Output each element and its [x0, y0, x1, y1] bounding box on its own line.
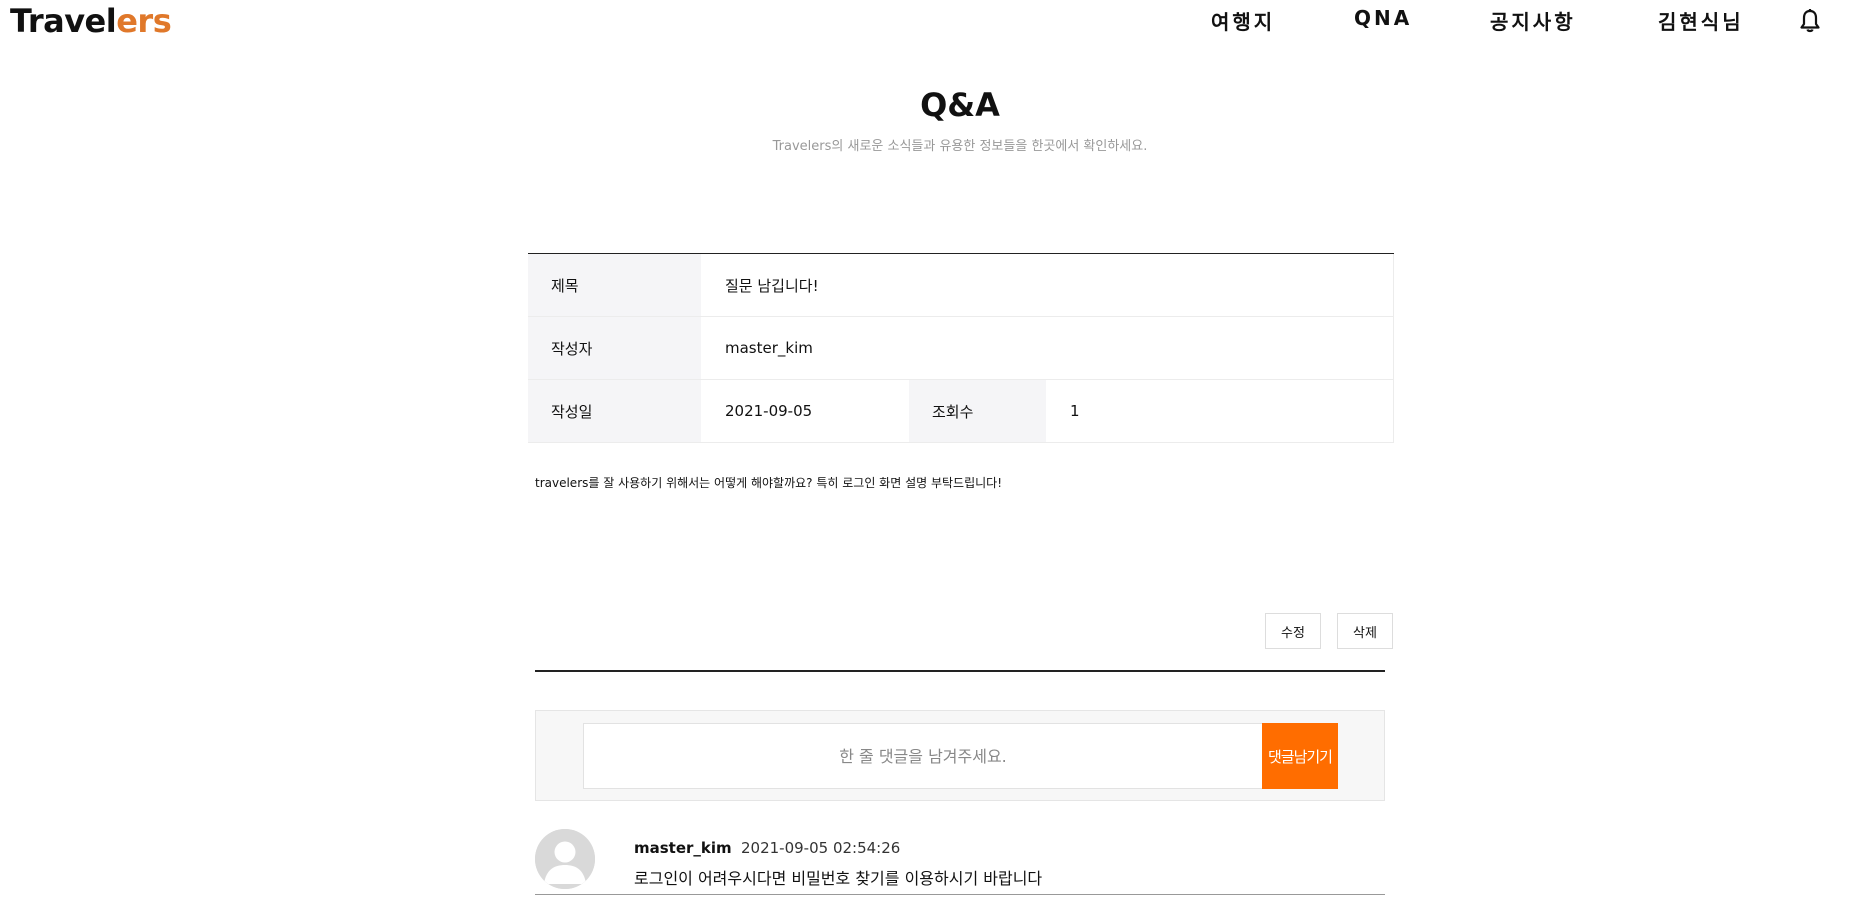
bell-icon[interactable]	[1798, 8, 1822, 34]
post-views-label: 조회수	[909, 380, 1046, 442]
post-title-row: 제목 질문 남깁니다!	[528, 254, 1394, 317]
post-title-label: 제목	[528, 254, 701, 316]
edit-button[interactable]: 수정	[1265, 613, 1321, 649]
avatar	[535, 829, 595, 889]
site-header: Travelers 여행지 QNA 공지사항 김현식님	[0, 0, 1873, 44]
comment-input[interactable]	[583, 723, 1263, 789]
logo-text-accent: ers	[116, 2, 172, 40]
comment-divider	[535, 894, 1385, 895]
post-title-value: 질문 남깁니다!	[701, 254, 1394, 316]
post-date-value: 2021-09-05	[725, 402, 813, 420]
post-views-value: 1	[1046, 380, 1394, 442]
delete-button[interactable]: 삭제	[1337, 613, 1393, 649]
comment-form: 댓글남기기	[535, 710, 1385, 801]
nav-item-notice[interactable]: 공지사항	[1490, 6, 1576, 35]
page-title: Q&A	[920, 86, 1000, 124]
nav-item-user[interactable]: 김현식님	[1658, 6, 1744, 35]
logo-text-main: Travel	[10, 2, 117, 40]
post-detail-table: 제목 질문 남깁니다! 작성자 master_kim 작성일 2021-09-0…	[528, 253, 1394, 443]
nav-item-destinations[interactable]: 여행지	[1211, 6, 1275, 35]
post-author-label: 작성자	[528, 317, 701, 379]
post-date-label: 작성일	[528, 380, 701, 442]
page-subtitle: Travelers의 새로운 소식들과 유용한 정보들을 한곳에서 확인하세요.	[772, 139, 1148, 154]
post-author-row: 작성자 master_kim	[528, 317, 1394, 380]
post-author-value: master_kim	[701, 317, 1394, 379]
post-meta-row: 작성일 2021-09-05 조회수 1	[528, 380, 1394, 443]
site-logo[interactable]: Travelers	[10, 2, 172, 40]
comment-date: 2021-09-05 02:54:26	[741, 839, 901, 857]
comment-author: master_kim	[634, 839, 732, 857]
comment-submit-button[interactable]: 댓글남기기	[1262, 723, 1338, 789]
user-avatar-icon	[535, 829, 595, 889]
section-divider	[535, 670, 1385, 672]
post-content: travelers를 잘 사용하기 위해서는 어떻게 해야할까요? 특히 로그인…	[535, 476, 1003, 490]
comment-text: 로그인이 어려우시다면 비밀번호 찾기를 이용하시기 바랍니다	[634, 869, 1043, 888]
nav-item-qna[interactable]: QNA	[1354, 6, 1412, 30]
